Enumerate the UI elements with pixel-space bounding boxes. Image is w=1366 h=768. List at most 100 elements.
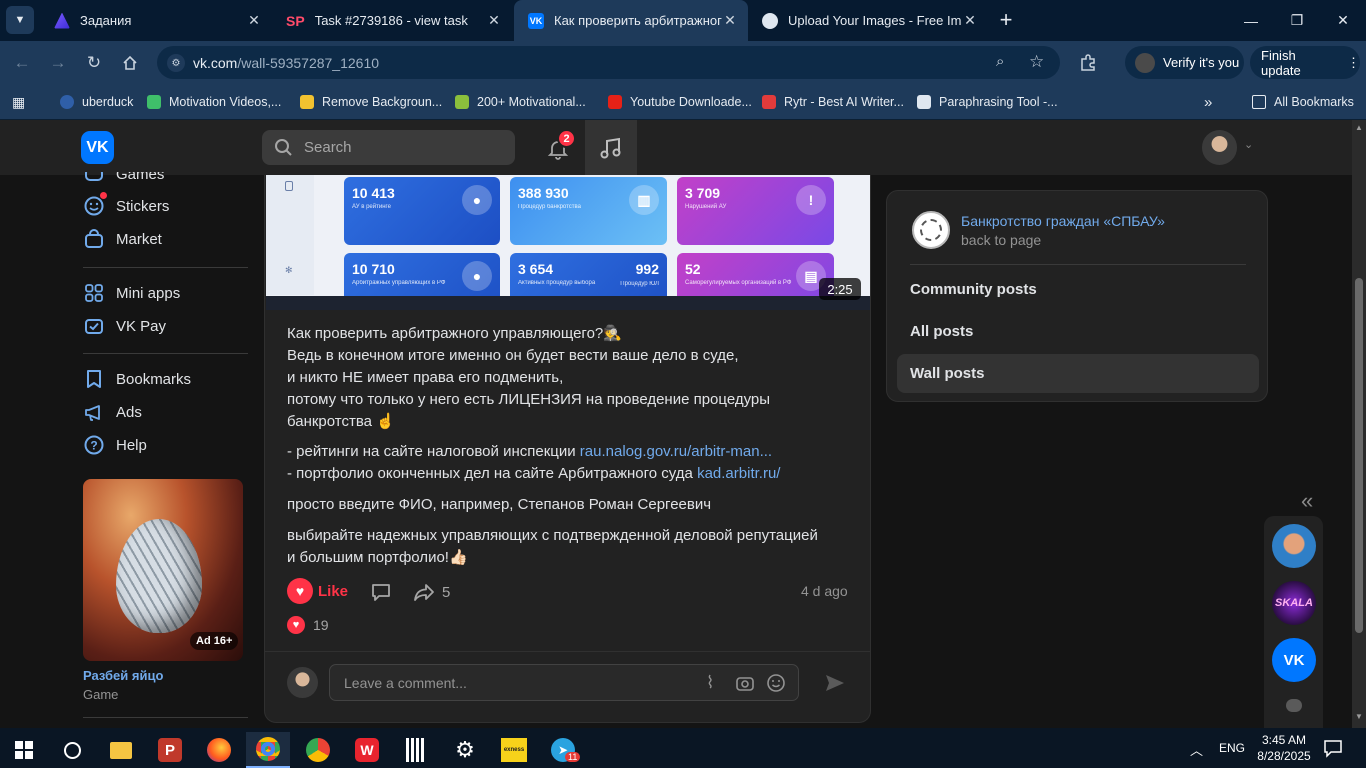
menu-item-stickers[interactable]: Stickers [83, 195, 169, 217]
bookmark-item[interactable]: 200+ Motivational... [455, 93, 586, 111]
telegram-badge: 11 [565, 752, 581, 762]
community-link[interactable]: Банкротство граждан «СПБАУ» back to page [912, 211, 1252, 251]
address-bar[interactable]: ⚙ vk.com/wall-59357287_12610 ⌕ ☆ [157, 46, 1060, 79]
menu-item-help[interactable]: ? Help [83, 434, 147, 456]
notifications-button[interactable]: 2 [541, 129, 577, 165]
post-time[interactable]: 4 d ago [801, 583, 848, 599]
arbitr-link[interactable]: kad.arbitr.ru/ [697, 465, 780, 482]
bookmark-item[interactable]: Youtube Downloade... [608, 93, 752, 111]
apps-button[interactable]: ▦ [12, 93, 25, 111]
attach-icon[interactable]: ⌇ [706, 673, 714, 693]
chrome-button[interactable] [296, 732, 340, 768]
reload-icon: ↻ [86, 53, 102, 72]
bookmark-item[interactable]: Rytr - Best AI Writer... [762, 93, 904, 111]
comment-input[interactable]: Leave a comment... ⌇ [329, 664, 799, 701]
menu-item-vk-pay[interactable]: VK Pay [83, 315, 166, 337]
telegram-button[interactable]: ➤ 11 [541, 732, 585, 768]
tab-search-button[interactable]: ▼ [6, 6, 34, 34]
tab-task[interactable]: SP Task #2739186 - view task ✕ [272, 0, 512, 41]
post-line: выбирайте надежных управляющих с подтвер… [287, 527, 818, 544]
scroll-down-icon[interactable]: ▼ [1355, 712, 1363, 721]
bookmark-item[interactable]: Remove Backgroun... [300, 93, 442, 111]
app-p-button[interactable]: P [148, 732, 192, 768]
tab-vk-active[interactable]: VK Как проверить арбитражного ✕ [514, 0, 748, 41]
bookmark-label: Paraphrasing Tool -... [939, 95, 1058, 109]
search-input[interactable]: Search [262, 130, 515, 165]
menu-item-ads[interactable]: Ads [83, 401, 142, 423]
forward-button[interactable]: → [46, 51, 70, 75]
scroll-up-icon[interactable]: ▲ [1355, 123, 1363, 132]
new-tab-button[interactable]: + [994, 7, 1018, 32]
window-close-button[interactable]: ✕ [1320, 0, 1366, 41]
likes-summary[interactable]: ♥ 19 [287, 616, 329, 634]
page-scrollbar[interactable]: ▲ ▼ [1352, 120, 1366, 728]
finish-update-button[interactable]: Finish update ⋮ [1250, 46, 1360, 79]
music-button[interactable] [585, 120, 637, 175]
extensions-button[interactable] [1076, 51, 1100, 75]
send-icon[interactable] [823, 671, 847, 695]
notifications-center-button[interactable] [1323, 738, 1343, 758]
language-indicator[interactable]: ENG [1219, 741, 1245, 755]
bookmark-item[interactable]: uberduck [60, 93, 133, 111]
file-explorer-button[interactable] [99, 732, 143, 768]
nav-community-posts[interactable]: Community posts [897, 270, 1259, 309]
emoji-icon[interactable] [766, 673, 786, 693]
restore-button[interactable]: ❐ [1274, 0, 1320, 41]
menu-item-mini-apps[interactable]: Mini apps [83, 282, 180, 304]
menu-item-bookmarks[interactable]: Bookmarks [83, 368, 191, 390]
zoom-icon[interactable]: ⌕ [996, 53, 1004, 70]
avatar [1202, 130, 1237, 165]
verify-button[interactable]: Verify it's you [1125, 46, 1244, 79]
chat-bubble-icon[interactable] [1286, 699, 1302, 712]
exness-button[interactable]: exness [492, 732, 536, 768]
video-preview[interactable]: ✻ 10 413 АУ в рейтинге ● 388 930 Процеду… [266, 175, 870, 310]
chrome-active-button[interactable] [246, 732, 290, 768]
wps-button[interactable]: W [345, 732, 389, 768]
browser-toolbar: ← → ↻ ⚙ vk.com/wall-59357287_12610 ⌕ ☆ V… [0, 41, 1366, 84]
reload-button[interactable]: ↻ [82, 51, 106, 75]
comment-button[interactable] [369, 580, 393, 604]
tab-upload-images[interactable]: Upload Your Images - Free Imag ✕ [748, 0, 988, 41]
all-bookmarks-button[interactable]: All Bookmarks [1252, 93, 1354, 111]
vk-logo[interactable]: VK [81, 131, 114, 164]
close-icon[interactable]: ✕ [246, 12, 262, 29]
firefox-button[interactable] [197, 732, 241, 768]
nalog-link[interactable]: rau.nalog.gov.ru/arbitr-man... [580, 443, 772, 460]
scrollbar-thumb[interactable] [1355, 278, 1363, 633]
post-line: банкротства ☝️ [287, 413, 395, 430]
nav-all-posts[interactable]: All posts [897, 312, 1259, 351]
site-info-icon[interactable]: ⚙ [167, 54, 185, 72]
tab-zadaniya[interactable]: Задания ✕ [40, 0, 272, 41]
calculator-button[interactable] [394, 732, 438, 768]
collapse-chats-button[interactable]: « [1301, 488, 1313, 514]
close-icon[interactable]: ✕ [962, 12, 978, 29]
chat-avatar-1[interactable] [1272, 524, 1316, 568]
nav-wall-posts[interactable]: Wall posts [897, 354, 1259, 393]
search-taskbar-button[interactable] [50, 732, 94, 768]
menu-item-market[interactable]: Market [83, 228, 162, 250]
start-button[interactable] [2, 732, 46, 768]
minimize-button[interactable]: — [1228, 0, 1274, 41]
bookmark-item[interactable]: Paraphrasing Tool -... [917, 93, 1058, 111]
share-button[interactable]: 5 [412, 580, 450, 604]
close-icon[interactable]: ✕ [722, 12, 738, 29]
ad-title[interactable]: Разбей яйцо [83, 668, 163, 683]
nav-label: All posts [910, 323, 974, 340]
ad-banner[interactable]: Ad 16+ [83, 479, 243, 661]
home-button[interactable] [118, 51, 142, 75]
clock[interactable]: 3:45 AM 8/28/2025 [1254, 732, 1314, 764]
menu-divider [83, 353, 248, 354]
settings-button[interactable]: ⚙ [443, 732, 487, 768]
camera-icon[interactable] [735, 673, 755, 693]
chat-avatar-skala[interactable]: SKALA [1272, 581, 1316, 625]
chat-avatar-vk[interactable]: VK [1272, 638, 1316, 682]
profile-menu-button[interactable]: ⌄ [1202, 130, 1258, 165]
nav-label: Wall posts [910, 365, 985, 382]
bookmark-item[interactable]: Motivation Videos,... [147, 93, 281, 111]
more-bookmarks-button[interactable]: » [1204, 93, 1212, 111]
star-icon[interactable]: ☆ [1029, 52, 1044, 72]
tray-overflow-button[interactable]: ︿ [1190, 740, 1203, 759]
close-icon[interactable]: ✕ [486, 12, 502, 29]
back-button[interactable]: ← [10, 51, 34, 75]
like-button[interactable]: ♥ Like [287, 578, 348, 604]
